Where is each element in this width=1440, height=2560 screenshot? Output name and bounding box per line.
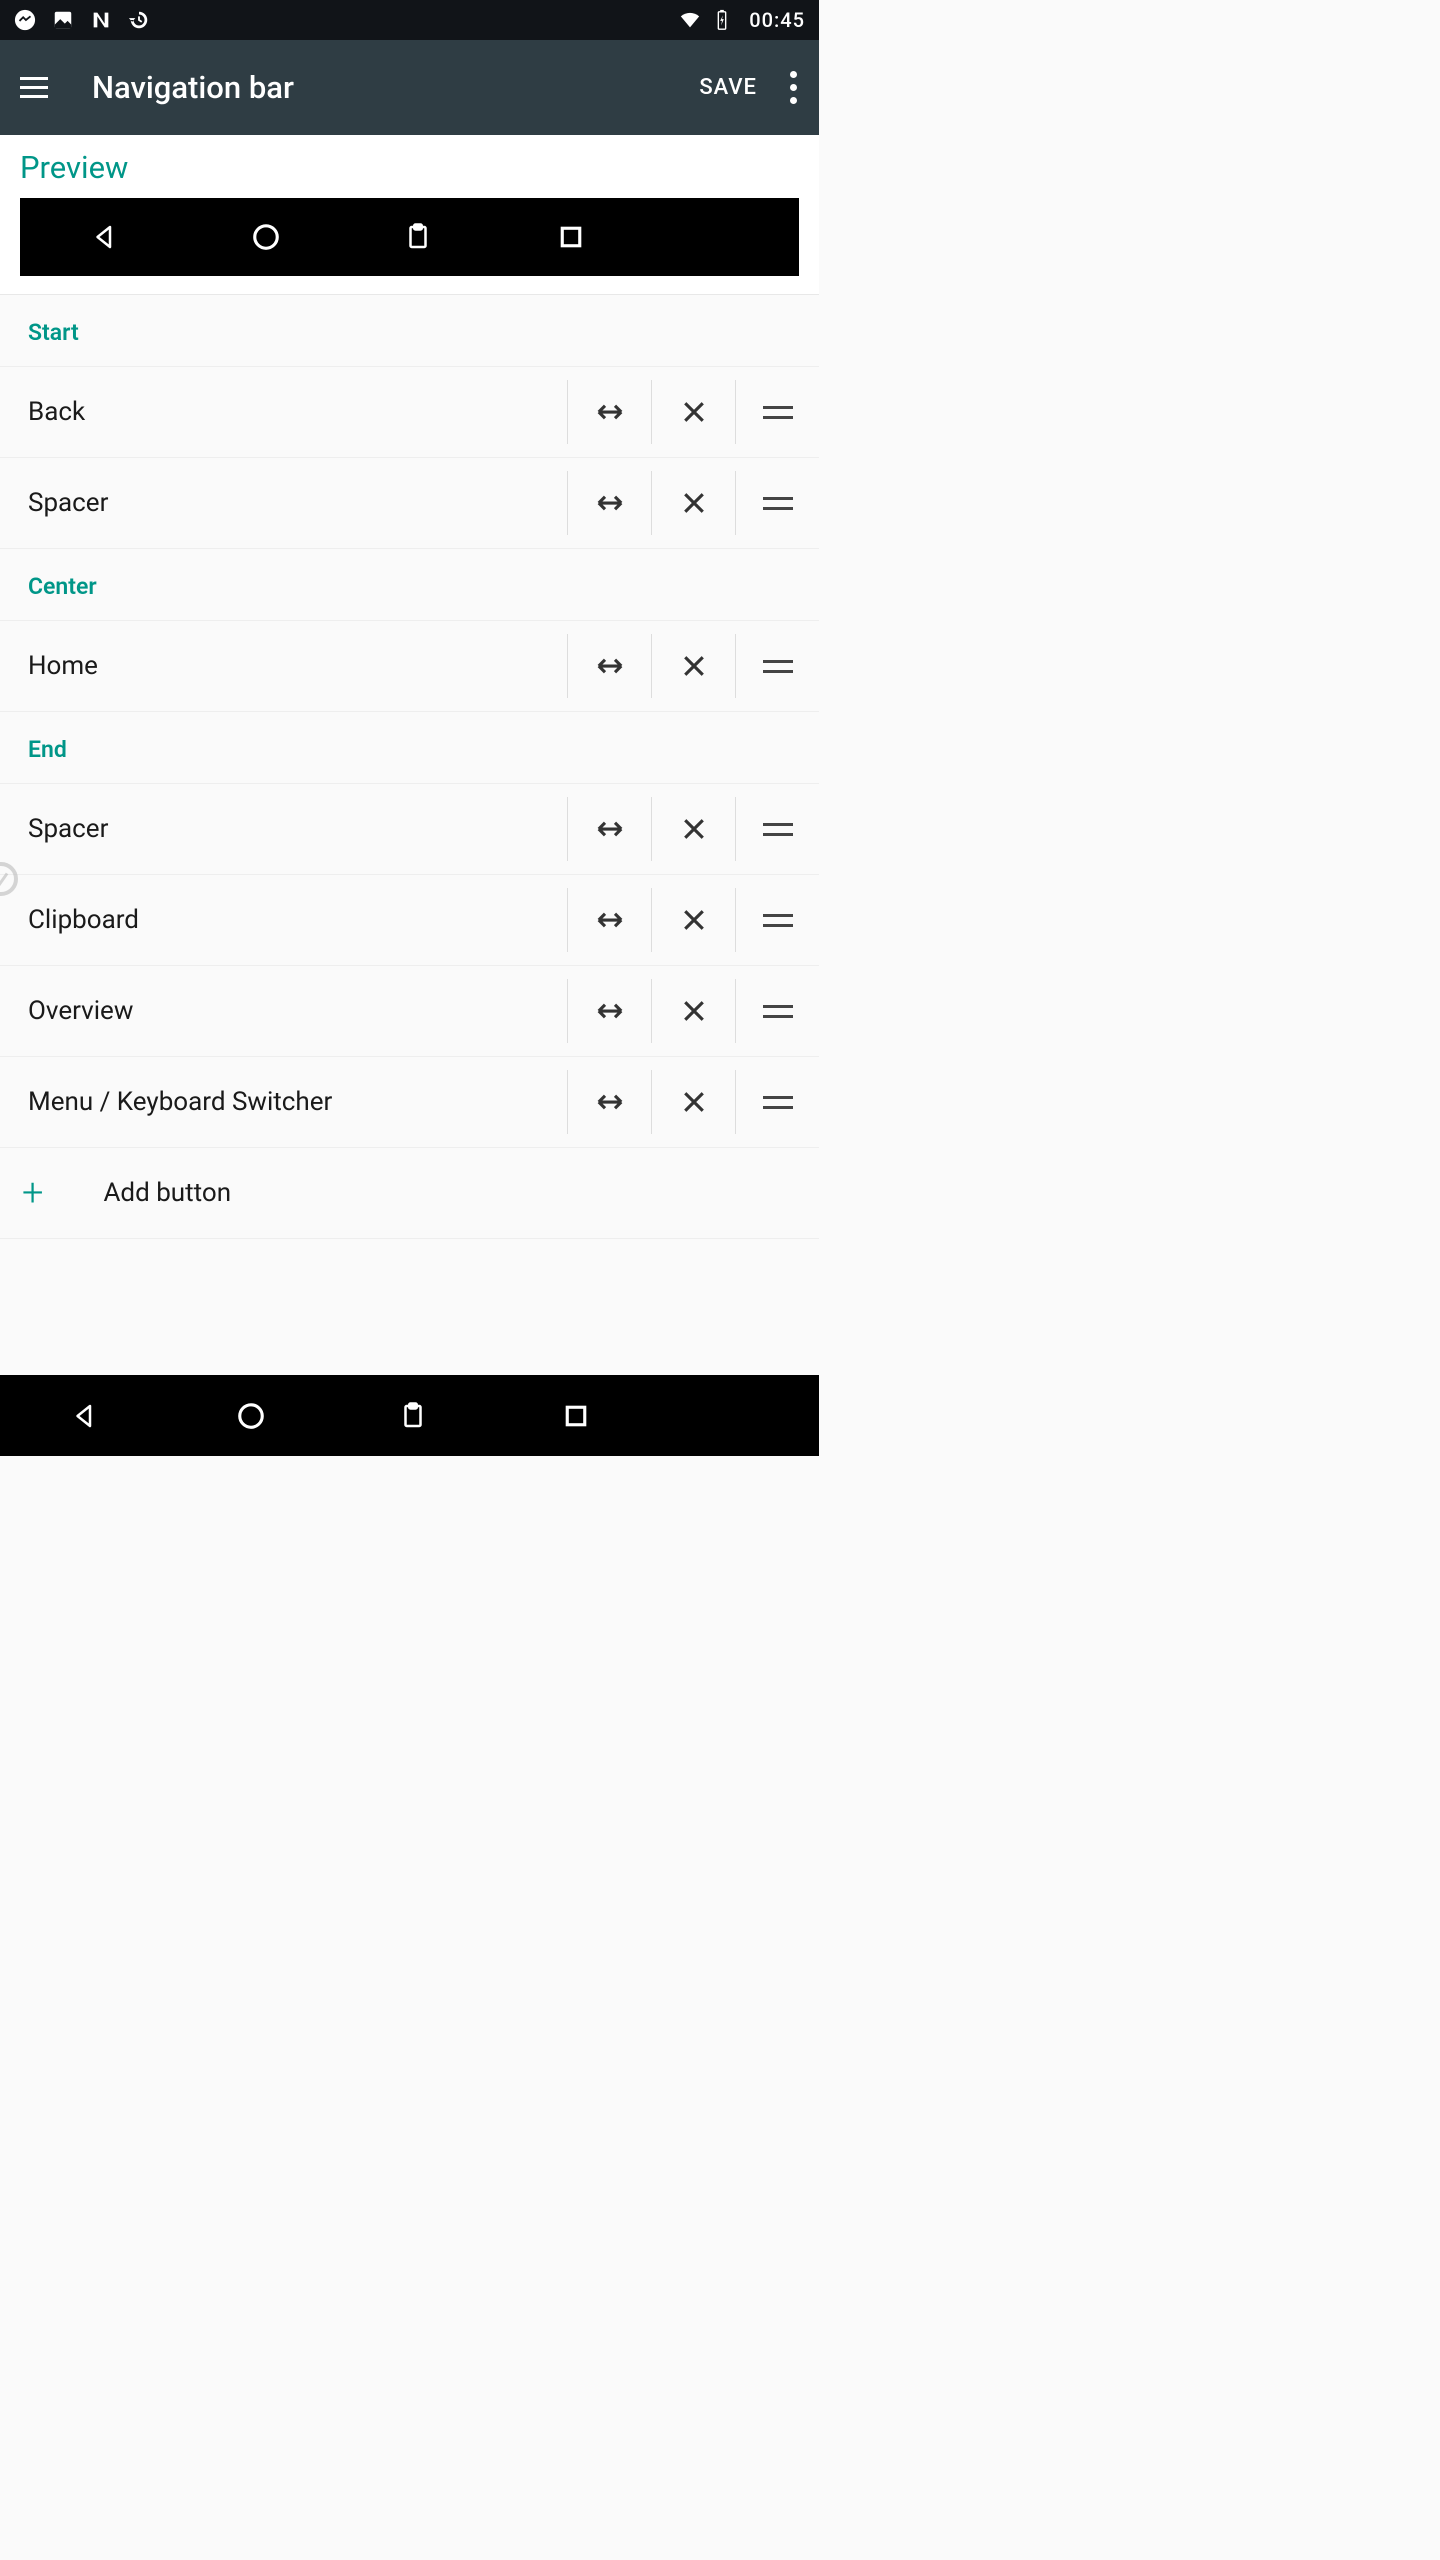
width-icon[interactable] — [567, 888, 651, 952]
item-label: Home — [28, 651, 567, 681]
status-bar: 00:45 — [0, 0, 819, 40]
delete-icon[interactable] — [651, 380, 735, 444]
delete-icon[interactable] — [651, 797, 735, 861]
width-icon[interactable] — [567, 979, 651, 1043]
wifi-icon — [679, 9, 701, 31]
nav-home-icon[interactable] — [170, 1401, 332, 1431]
section-header-start: Start — [0, 295, 819, 367]
item-label: Clipboard — [28, 905, 567, 935]
width-icon[interactable] — [567, 634, 651, 698]
item-label: Overview — [28, 996, 567, 1026]
drag-handle-icon[interactable] — [735, 380, 819, 444]
section-header-center: Center — [0, 549, 819, 621]
width-icon[interactable] — [567, 797, 651, 861]
drag-handle-icon[interactable] — [735, 888, 819, 952]
preview-home-icon — [190, 222, 342, 252]
delete-icon[interactable] — [651, 888, 735, 952]
app-bar: Navigation bar SAVE — [0, 40, 819, 135]
plus-icon: + — [22, 1174, 43, 1212]
list-item[interactable]: Home — [0, 621, 819, 712]
nav-back-icon[interactable] — [0, 1401, 170, 1431]
drag-handle-icon[interactable] — [735, 634, 819, 698]
menu-icon[interactable] — [20, 70, 56, 106]
overflow-menu-icon[interactable] — [783, 71, 803, 104]
preview-back-icon — [20, 222, 190, 252]
preview-section: Preview — [0, 135, 819, 295]
battery-charging-icon — [711, 9, 733, 31]
list-item[interactable]: Spacer — [0, 458, 819, 549]
list-item[interactable]: Back — [0, 367, 819, 458]
list-item[interactable]: Overview — [0, 966, 819, 1057]
list-item[interactable]: Spacer — [0, 784, 819, 875]
history-icon — [128, 9, 150, 31]
preview-overview-icon — [495, 222, 647, 252]
nav-overview-icon[interactable] — [495, 1401, 657, 1431]
list-item[interactable]: Clipboard — [0, 875, 819, 966]
width-icon[interactable] — [567, 380, 651, 444]
save-button[interactable]: SAVE — [699, 75, 757, 100]
drag-handle-icon[interactable] — [735, 471, 819, 535]
button-list: Start Back Spacer Center Home End Spacer… — [0, 295, 819, 1375]
preview-label: Preview — [20, 149, 799, 186]
photos-icon — [52, 9, 74, 31]
drag-handle-icon[interactable] — [735, 979, 819, 1043]
android-n-icon — [90, 9, 112, 31]
delete-icon[interactable] — [651, 634, 735, 698]
messenger-icon — [14, 9, 36, 31]
drag-handle-icon[interactable] — [735, 1070, 819, 1134]
delete-icon[interactable] — [651, 979, 735, 1043]
drag-handle-icon[interactable] — [735, 797, 819, 861]
width-icon[interactable] — [567, 471, 651, 535]
page-title: Navigation bar — [92, 69, 699, 106]
list-item[interactable]: Menu / Keyboard Switcher — [0, 1057, 819, 1148]
preview-navbar — [20, 198, 799, 276]
section-header-end: End — [0, 712, 819, 784]
delete-icon[interactable] — [651, 1070, 735, 1134]
item-label: Back — [28, 397, 567, 427]
status-time: 00:45 — [749, 8, 805, 32]
preview-clipboard-icon — [342, 222, 494, 252]
item-label: Spacer — [28, 814, 567, 844]
nav-clipboard-icon[interactable] — [332, 1401, 494, 1431]
add-button-label: Add button — [103, 1178, 231, 1208]
item-label: Spacer — [28, 488, 567, 518]
width-icon[interactable] — [567, 1070, 651, 1134]
delete-icon[interactable] — [651, 471, 735, 535]
item-label: Menu / Keyboard Switcher — [28, 1087, 567, 1117]
system-nav-bar — [0, 1375, 819, 1456]
add-button-row[interactable]: + Add button — [0, 1148, 819, 1239]
